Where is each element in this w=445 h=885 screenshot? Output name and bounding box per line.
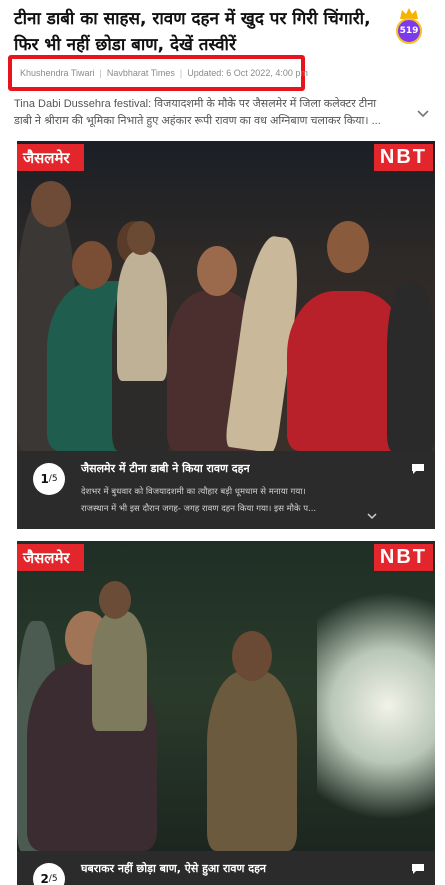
slide-index: 1 [40, 472, 49, 486]
byline-divider: | [99, 68, 102, 78]
slide-total: /5 [48, 874, 58, 884]
nbt-watermark: NBT [373, 144, 433, 171]
slide-caption: 2/5 घबराकर नहीं छोड़ा बाण, ऐसे हुआ रावण … [17, 851, 435, 885]
caption-text: देशभर में बुधवार को विजयादशमी का त्यौहार… [81, 484, 376, 518]
badge-count: 519 [396, 18, 422, 44]
slide-photo[interactable]: जैसलमेर NBT [17, 541, 435, 851]
article-title: टीना डाबी का साहस, रावण दहन में खुद पर ग… [14, 6, 384, 58]
comment-icon[interactable] [411, 463, 425, 475]
location-tag: जैसलमेर [17, 144, 84, 171]
slide-counter: 2/5 [33, 863, 65, 885]
caption-line2: राजस्थान में भी इस दौरान जगह- जगह रावण द… [81, 504, 317, 514]
slide-counter: 1/5 [33, 463, 65, 495]
article-header: टीना डाबी का साहस, रावण दहन में खुद पर ग… [0, 0, 445, 135]
slide-photo[interactable]: जैसलमेर NBT [17, 141, 435, 451]
article-byline: Khushendra Tiwari | Navbharat Times | Up… [8, 55, 308, 91]
gallery-slide[interactable]: जैसलमेर NBT 2/5 घबराकर नहीं छोड़ा बाण, ऐ… [17, 541, 435, 885]
location-tag: जैसलमेर [17, 544, 84, 571]
author-name[interactable]: Khushendra Tiwari [20, 68, 95, 78]
slide-index: 2 [40, 872, 49, 885]
chevron-down-icon[interactable] [367, 513, 377, 520]
nbt-watermark: NBT [373, 544, 433, 571]
source-name[interactable]: Navbharat Times [107, 68, 175, 78]
slide-total: /5 [48, 474, 58, 484]
caption-title: जैसलमेर में टीना डाबी ने किया रावण दहन [81, 462, 250, 475]
summary-line1: Tina Dabi Dussehra festival: विजयादशमी क… [14, 98, 377, 110]
caption-title: घबराकर नहीं छोड़ा बाण, ऐसे हुआ रावण दहन [81, 862, 267, 875]
article-title-line1: टीना डाबी का साहस, रावण दहन में खुद पर ग… [14, 9, 371, 29]
slide-caption: 1/5 जैसलमेर में टीना डाबी ने किया रावण द… [17, 451, 435, 529]
crown-badge-icon[interactable]: 519 [394, 8, 424, 44]
comment-icon[interactable] [411, 863, 425, 875]
gallery-slide[interactable]: जैसलमेर NBT 1/5 जैसलमेर में टीना डाबी ने… [17, 141, 435, 529]
byline-divider: | [179, 68, 183, 78]
caption-line1: देशभर में बुधवार को विजयादशमी का त्यौहार… [81, 487, 306, 497]
summary-line2: डाबी ने श्रीराम की भूमिका निभाते हुए अहं… [14, 115, 381, 127]
chevron-down-icon[interactable] [417, 110, 429, 118]
updated-timestamp: Updated: 6 Oct 2022, 4:00 pm [187, 68, 308, 78]
article-summary: Tina Dabi Dussehra festival: विजयादशमी क… [14, 96, 399, 130]
